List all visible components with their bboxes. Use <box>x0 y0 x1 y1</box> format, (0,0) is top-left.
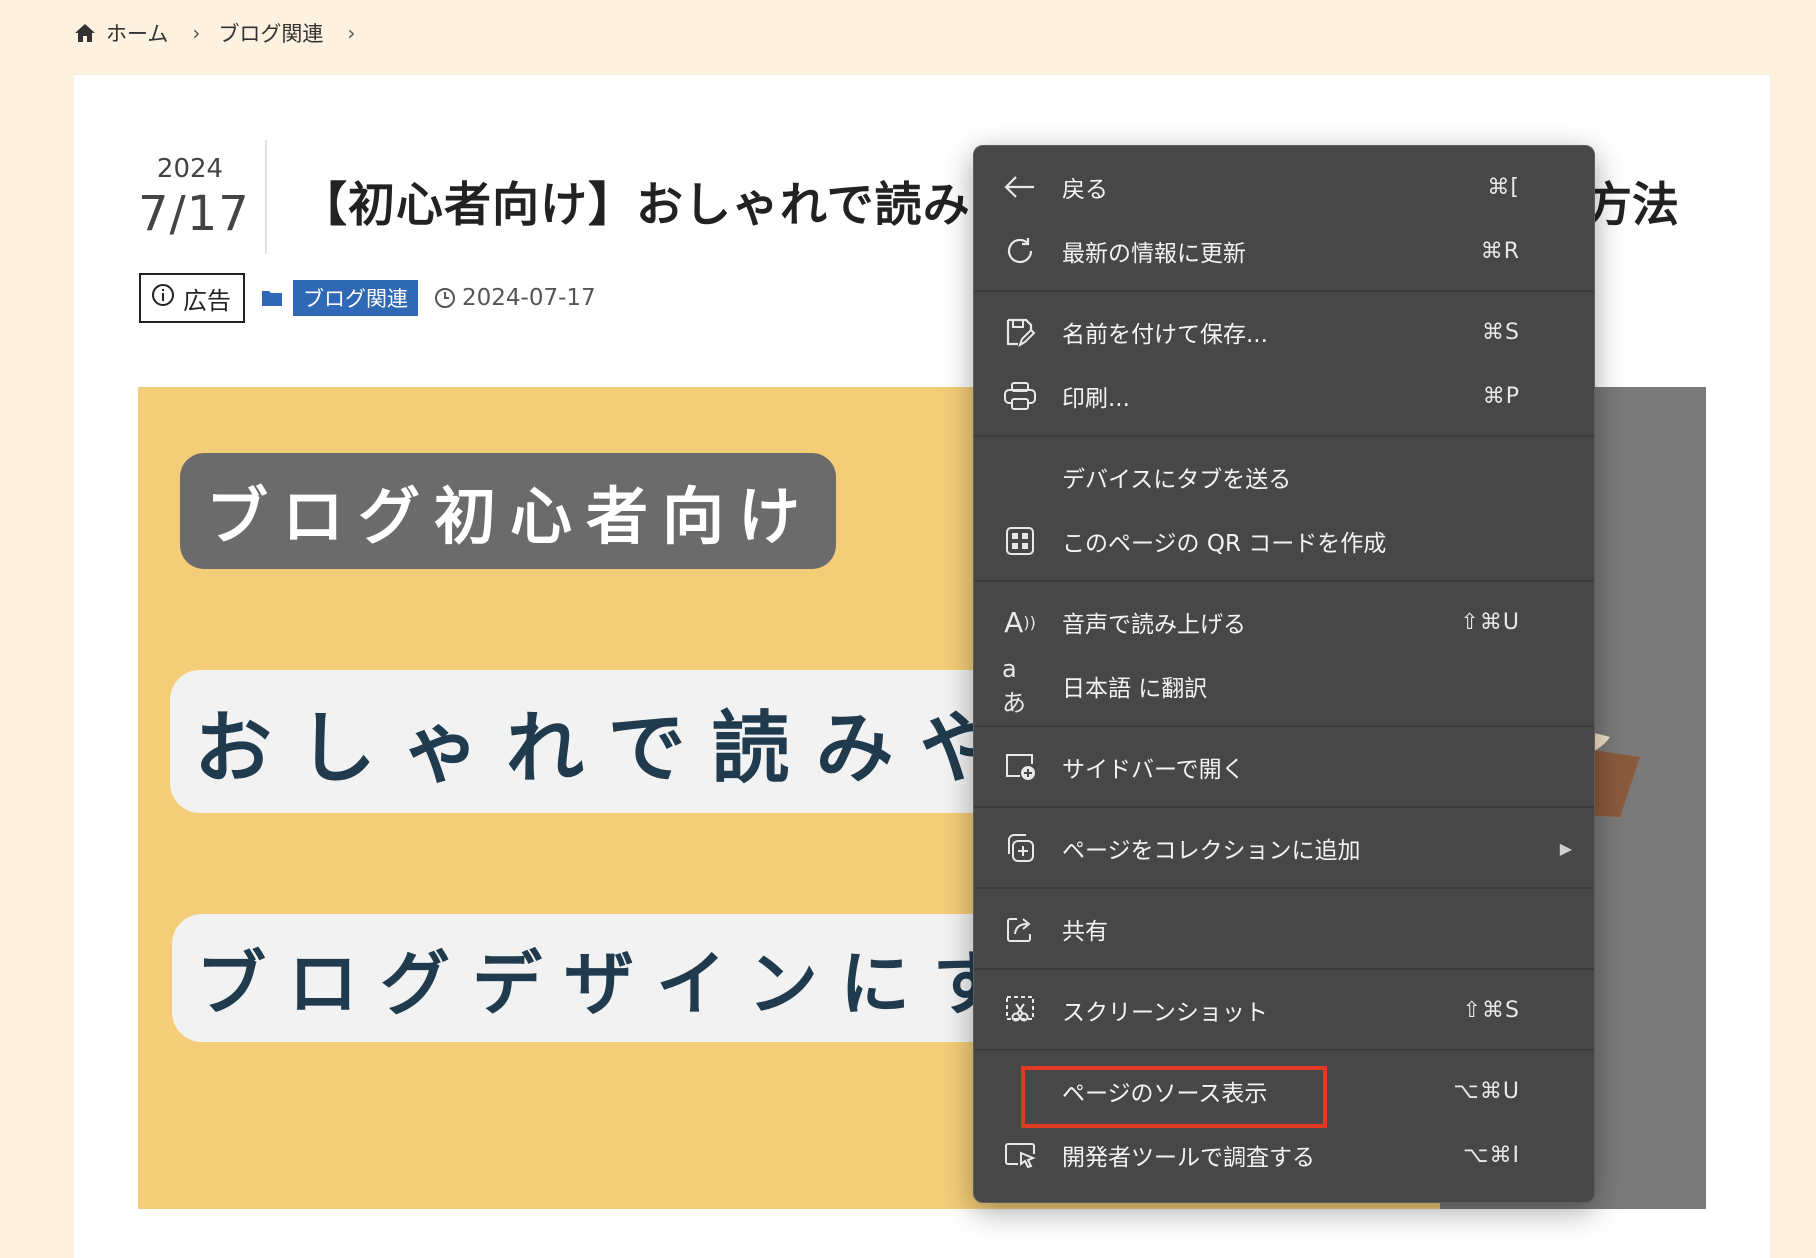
menu-divider <box>974 968 1594 970</box>
post-date: 2024-07-17 <box>462 285 596 311</box>
menu-item-add-to-collection[interactable]: ページをコレクションに追加 ▶ <box>974 819 1594 877</box>
menu-divider <box>974 887 1594 889</box>
menu-item-shortcut: ⌘[ <box>1487 174 1520 200</box>
menu-item-shortcut: ⌘R <box>1480 238 1520 264</box>
menu-item-label: 印刷... <box>1062 386 1130 412</box>
menu-item-qr-code[interactable]: このページの QR コードを作成 <box>974 512 1594 570</box>
view-source-highlight-box <box>1021 1066 1327 1128</box>
menu-item-label: スクリーンショット <box>1062 1000 1268 1026</box>
menu-divider <box>974 806 1594 808</box>
menu-divider <box>974 1049 1594 1051</box>
menu-item-screenshot[interactable]: スクリーンショット ⇧⌘S <box>974 981 1594 1039</box>
folder-icon <box>261 289 283 307</box>
menu-item-send-tab[interactable]: デバイスにタブを送る <box>974 448 1594 506</box>
post-year: 2024 <box>156 154 224 184</box>
menu-item-save-as[interactable]: 名前を付けて保存... ⌘S <box>974 303 1594 361</box>
hero-line-1: ブログ初心者向け <box>180 453 836 569</box>
ad-label: 広告 <box>183 286 231 315</box>
breadcrumb-home-link[interactable]: ホーム <box>106 18 168 48</box>
ad-badge: 広告 <box>139 273 245 323</box>
back-arrow-icon <box>1002 169 1038 205</box>
menu-item-label: このページの QR コードを作成 <box>1062 531 1387 557</box>
menu-item-translate[interactable]: aあ 日本語 に翻訳 <box>974 654 1594 717</box>
menu-item-label: 開発者ツールで調査する <box>1062 1145 1315 1171</box>
chevron-right-icon: › <box>347 21 356 45</box>
menu-item-shortcut: ⇧⌘U <box>1460 609 1520 635</box>
chevron-right-icon: › <box>192 21 201 45</box>
menu-divider <box>974 725 1594 727</box>
share-icon <box>1002 911 1038 947</box>
menu-divider <box>974 435 1594 437</box>
date-divider <box>265 140 267 254</box>
menu-item-label: 共有 <box>1062 919 1108 945</box>
refresh-icon <box>1002 233 1038 269</box>
menu-item-label: 名前を付けて保存... <box>1062 322 1268 348</box>
page-title: 【初心者向け】おしゃれで読み <box>300 178 971 233</box>
breadcrumb-category-link[interactable]: ブログ関連 <box>218 18 323 48</box>
menu-item-share[interactable]: 共有 <box>974 900 1594 958</box>
menu-divider <box>974 290 1594 292</box>
menu-divider <box>974 580 1594 582</box>
menu-item-label: 最新の情報に更新 <box>1062 241 1246 267</box>
menu-item-shortcut: ⇧⌘S <box>1462 997 1520 1023</box>
print-icon <box>1002 378 1038 414</box>
menu-item-label: 音声で読み上げる <box>1062 612 1246 638</box>
menu-item-shortcut: ⌥⌘I <box>1463 1142 1520 1168</box>
collections-icon <box>1002 830 1038 866</box>
post-meta: 広告 ブログ関連 2024-07-17 <box>139 273 596 323</box>
page-title-tail: 方法 <box>1585 178 1679 233</box>
read-aloud-icon: A)) <box>1004 605 1036 639</box>
context-menu: 戻る ⌘[ 最新の情報に更新 ⌘R 名前を付けて保存... ⌘S 印刷... ⌘… <box>973 145 1595 1203</box>
menu-item-shortcut: ⌘S <box>1482 319 1520 345</box>
menu-item-label: 日本語 に翻訳 <box>1062 676 1208 702</box>
breadcrumb: ホーム › ブログ関連 › <box>74 18 363 48</box>
menu-item-label: 戻る <box>1062 177 1108 203</box>
menu-item-print[interactable]: 印刷... ⌘P <box>974 367 1594 425</box>
menu-item-open-sidebar[interactable]: サイドバーで開く <box>974 738 1594 796</box>
qr-code-icon <box>1002 523 1038 559</box>
sidebar-add-icon <box>1002 749 1038 785</box>
menu-item-read-aloud[interactable]: A)) 音声で読み上げる ⇧⌘U <box>974 593 1594 651</box>
menu-item-back[interactable]: 戻る ⌘[ <box>974 158 1594 216</box>
submenu-arrow-icon: ▶ <box>1559 838 1572 858</box>
translate-icon: aあ <box>1002 654 1026 717</box>
clock-icon <box>434 287 456 309</box>
info-icon <box>151 283 175 313</box>
post-date-block: 2024 7/17 <box>138 152 250 242</box>
menu-item-label: デバイスにタブを送る <box>1062 467 1292 493</box>
menu-item-inspect[interactable]: 開発者ツールで調査する ⌥⌘I <box>974 1126 1594 1184</box>
inspect-icon <box>1002 1137 1038 1173</box>
menu-item-label: ページをコレクションに追加 <box>1062 838 1361 864</box>
menu-item-refresh[interactable]: 最新の情報に更新 ⌘R <box>974 222 1594 280</box>
save-icon <box>1002 314 1038 350</box>
menu-item-shortcut: ⌘P <box>1482 383 1520 409</box>
category-tag[interactable]: ブログ関連 <box>293 280 418 316</box>
menu-item-label: サイドバーで開く <box>1062 757 1245 783</box>
home-icon[interactable] <box>74 23 96 43</box>
menu-item-shortcut: ⌥⌘U <box>1453 1078 1520 1104</box>
post-month-day: 7/17 <box>138 186 250 242</box>
screenshot-icon <box>1002 992 1038 1028</box>
